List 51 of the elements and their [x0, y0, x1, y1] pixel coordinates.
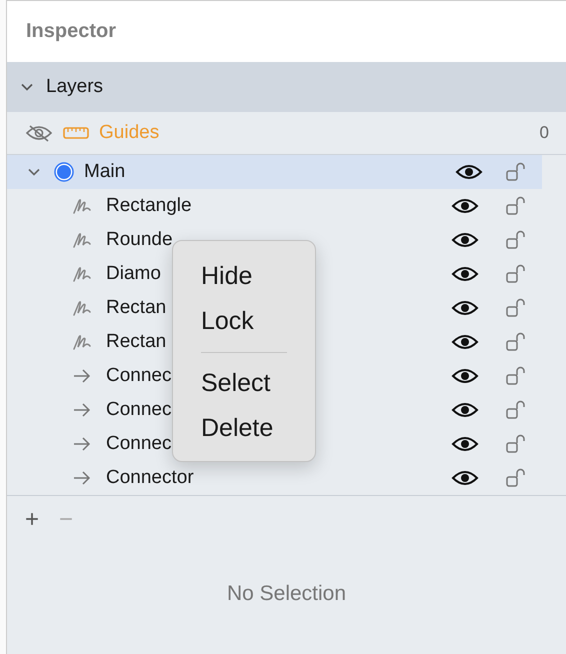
add-button[interactable]: + [21, 506, 44, 534]
padlock-icon[interactable] [505, 331, 527, 353]
freehand-icon [72, 299, 92, 317]
layer-name: Connec [106, 399, 172, 421]
eye-icon[interactable] [451, 401, 479, 419]
arrow-icon [72, 367, 92, 385]
guides-count: 0 [540, 123, 549, 143]
padlock-icon[interactable] [505, 195, 527, 217]
layer-name: Connec [106, 365, 172, 387]
eye-icon[interactable] [455, 163, 483, 181]
padlock-icon[interactable] [505, 229, 527, 251]
layer-name: Rectangle [106, 195, 192, 217]
layer-name: Rectan [106, 297, 166, 319]
padlock-icon[interactable] [505, 433, 527, 455]
padlock-icon[interactable] [505, 399, 527, 421]
eye-icon[interactable] [451, 435, 479, 453]
layer-name: Connec [106, 433, 172, 455]
eye-icon[interactable] [451, 197, 479, 215]
eye-icon[interactable] [451, 265, 479, 283]
padlock-icon[interactable] [505, 297, 527, 319]
arrow-icon [72, 401, 92, 419]
menu-item[interactable]: Select [173, 361, 315, 406]
guides-label: Guides [99, 122, 160, 144]
freehand-icon [72, 333, 92, 351]
menu-item[interactable]: Hide [173, 254, 315, 299]
padlock-icon[interactable] [505, 365, 527, 387]
section-header[interactable]: Layers [7, 62, 566, 112]
empty-message: No Selection [226, 582, 346, 607]
ruler-icon [63, 127, 89, 139]
arrow-icon [72, 469, 92, 487]
menu-item[interactable]: Delete [173, 406, 315, 451]
padlock-icon[interactable] [505, 263, 527, 285]
layer-name: Rectan [106, 331, 166, 353]
freehand-icon [72, 231, 92, 249]
arrow-icon [72, 435, 92, 453]
layer-name: Main [84, 161, 126, 183]
eye-icon[interactable] [451, 469, 479, 487]
layer-name: Connector [106, 467, 194, 489]
eye-icon[interactable] [451, 231, 479, 249]
layer-name: Diamo [106, 263, 161, 285]
layer-name: Rounde [106, 229, 173, 251]
freehand-icon [72, 265, 92, 283]
freehand-icon [72, 197, 92, 215]
eye-icon[interactable] [451, 299, 479, 317]
padlock-icon[interactable] [505, 161, 527, 183]
layer-row[interactable]: Main [7, 155, 542, 189]
padlock-icon[interactable] [505, 467, 527, 489]
panel-title: Inspector [26, 20, 116, 43]
eye-icon[interactable] [451, 367, 479, 385]
menu-item[interactable]: Lock [173, 299, 315, 344]
eye-icon[interactable] [451, 333, 479, 351]
